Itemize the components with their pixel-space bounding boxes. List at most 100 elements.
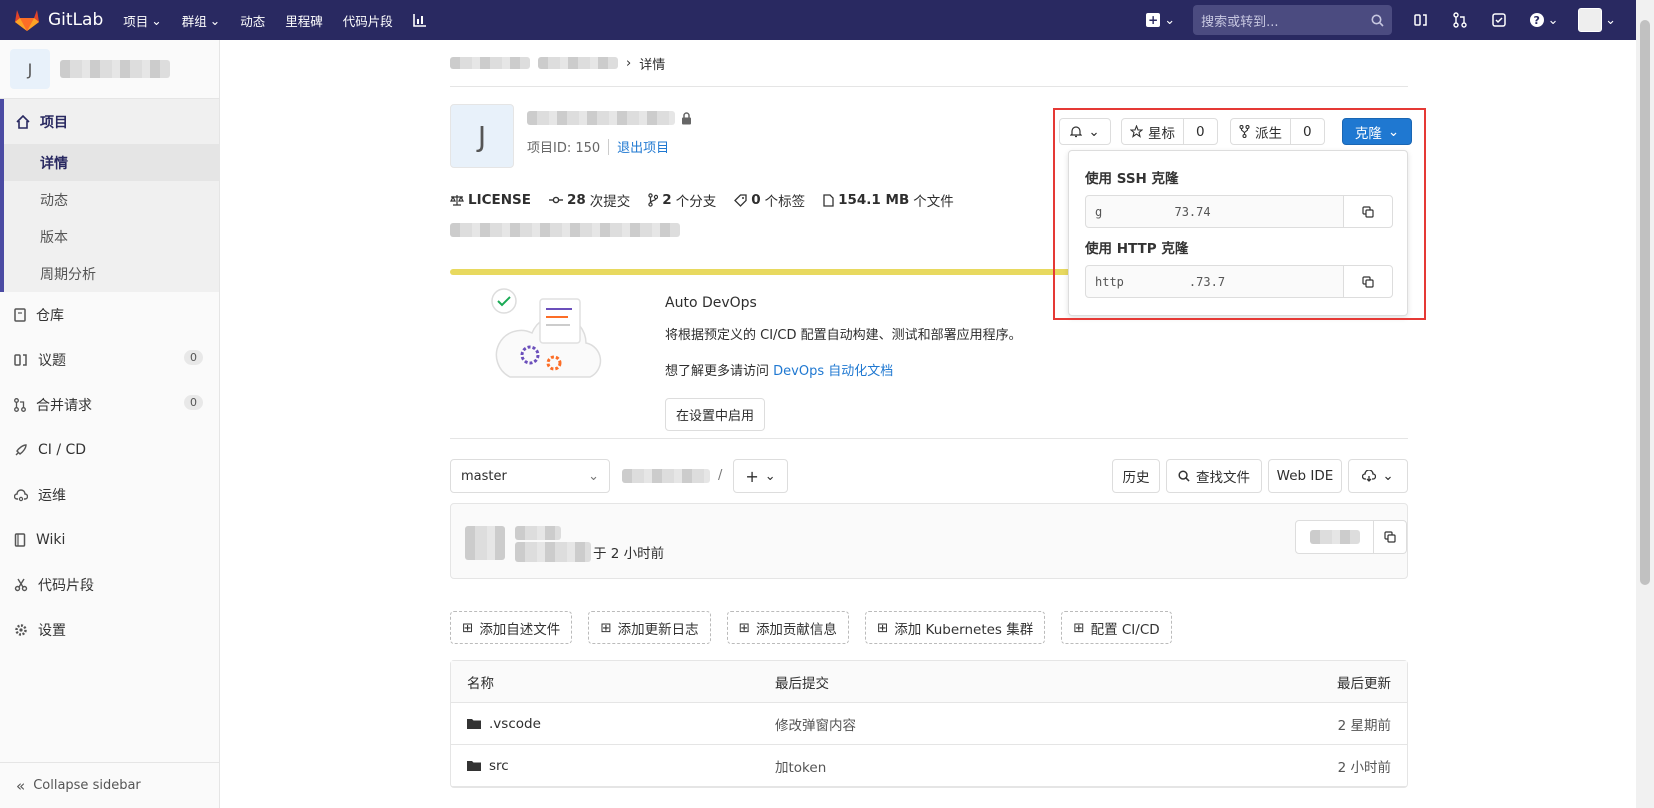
sidebar-item-label: 设置 xyxy=(38,622,66,639)
ssh-clone-url-value: g 73.74 xyxy=(1095,204,1211,219)
lock-icon xyxy=(682,111,691,124)
chevron-down-icon: ⌄ xyxy=(1387,123,1400,140)
add-changelog-button[interactable]: ⊞ 添加更新日志 xyxy=(588,611,711,644)
copy-http-url-button[interactable] xyxy=(1343,265,1393,298)
repo-path-redacted[interactable] xyxy=(622,468,710,483)
scrollbar-thumb[interactable] xyxy=(1640,20,1650,585)
stat-tags-label: 个标签 xyxy=(764,194,806,210)
breadcrumb-separator: › xyxy=(626,55,632,71)
chart-icon[interactable] xyxy=(412,13,427,27)
plus-square-icon: + xyxy=(1146,13,1161,27)
sidebar-subitem-releases[interactable]: 版本 xyxy=(4,218,219,255)
download-dropdown[interactable]: ⌄ xyxy=(1348,459,1408,493)
brand-name: GitLab xyxy=(48,10,104,30)
copy-ssh-url-button[interactable] xyxy=(1343,195,1393,228)
commit-author-avatar[interactable] xyxy=(465,526,505,560)
devops-docs-link[interactable]: DevOps 自动化文档 xyxy=(773,364,893,379)
nav-projects[interactable]: 项目 ⌄ xyxy=(123,11,162,30)
web-ide-button[interactable]: Web IDE xyxy=(1268,459,1342,493)
table-row[interactable]: .vscode 修改弹窗内容 2 星期前 xyxy=(451,703,1407,745)
star-count[interactable]: 0 xyxy=(1183,119,1217,144)
add-contributing-button[interactable]: ⊞ 添加贡献信息 xyxy=(726,611,849,644)
file-name-cell[interactable]: .vscode xyxy=(467,716,541,732)
file-tree-table: 名称 最后提交 最后更新 .vscode 修改弹窗内容 2 星期前 src 加t… xyxy=(450,660,1408,788)
enable-in-settings-button[interactable]: 在设置中启用 xyxy=(665,398,766,431)
notification-dropdown[interactable]: ⌄ xyxy=(1059,118,1111,145)
chevron-down-icon: ⌄ xyxy=(1164,12,1176,28)
merge-requests-count-badge: 0 xyxy=(184,395,203,410)
breadcrumb-group-redacted[interactable] xyxy=(450,57,530,69)
sidebar-item-wiki[interactable]: Wiki xyxy=(0,517,219,562)
breadcrumb-project-redacted[interactable] xyxy=(538,57,618,69)
setup-ci-cd-button[interactable]: ⊞ 配置 CI/CD xyxy=(1061,611,1172,644)
project-id-line: 项目ID: 150 退出项目 xyxy=(527,137,669,156)
clone-dropdown-button[interactable]: 克隆 ⌄ xyxy=(1342,118,1412,145)
chevron-down-icon: ⌄ xyxy=(588,468,599,484)
find-file-button[interactable]: 查找文件 xyxy=(1166,459,1262,493)
stat-files[interactable]: 154.1 MB 个文件 xyxy=(823,190,954,210)
nav-milestones[interactable]: 里程碑 xyxy=(285,11,323,30)
copy-commit-sha-button[interactable] xyxy=(1373,520,1407,554)
stat-files-label: 个文件 xyxy=(913,194,954,210)
project-description-redacted xyxy=(450,223,680,237)
search-input[interactable]: 搜索或转到... xyxy=(1193,5,1393,35)
clone-dropdown-panel: 使用 SSH 克隆 g 73.74 使用 HTTP 克隆 http .73.7 xyxy=(1068,150,1408,316)
file-name-cell[interactable]: src xyxy=(467,758,509,774)
page-scrollbar[interactable] xyxy=(1636,0,1654,808)
help-icon[interactable]: ? ⌄ xyxy=(1527,9,1561,31)
branch-select-value: master xyxy=(461,468,507,484)
last-commit-message[interactable]: 修改弹窗内容 xyxy=(775,714,856,734)
gitlab-logo[interactable]: GitLab xyxy=(14,8,103,32)
book-closed-icon xyxy=(14,532,26,547)
project-avatar-small: J xyxy=(10,49,50,89)
issues-nav-icon[interactable] xyxy=(1410,9,1432,31)
stat-commits[interactable]: 28 次提交 xyxy=(549,190,630,210)
find-file-label: 查找文件 xyxy=(1196,470,1250,486)
fork-count[interactable]: 0 xyxy=(1290,119,1324,144)
sidebar-item-ci-cd[interactable]: CI / CD xyxy=(0,427,219,472)
sidebar-item-operations[interactable]: 运维 xyxy=(0,472,219,517)
ssh-clone-url-input[interactable]: g 73.74 xyxy=(1085,195,1344,228)
star-button[interactable]: 星标 0 xyxy=(1121,118,1218,145)
fork-label-wrap: 派生 xyxy=(1231,122,1290,142)
nav-activity[interactable]: 动态 xyxy=(240,11,265,30)
fork-button[interactable]: 派生 0 xyxy=(1230,118,1325,145)
nav-snippets[interactable]: 代码片段 xyxy=(343,11,393,30)
sidebar-item-issues[interactable]: 议题 0 xyxy=(0,337,219,382)
sidebar-item-project[interactable]: 项目 xyxy=(4,99,219,144)
http-clone-url-input[interactable]: http .73.7 xyxy=(1085,265,1344,298)
add-to-tree-dropdown[interactable]: + ⌄ xyxy=(733,459,788,493)
sidebar-item-merge-requests[interactable]: 合并请求 0 xyxy=(0,382,219,427)
sidebar-item-settings[interactable]: 设置 xyxy=(0,607,219,652)
clone-label: 克隆 xyxy=(1354,125,1382,142)
sidebar-subitem-cycle-analytics[interactable]: 周期分析 xyxy=(4,255,219,292)
commit-sha-button[interactable] xyxy=(1295,520,1375,554)
stat-license[interactable]: LICENSE xyxy=(450,192,531,208)
history-button[interactable]: 历史 xyxy=(1112,459,1160,493)
new-dropdown[interactable]: + ⌄ xyxy=(1146,13,1175,28)
nav-groups[interactable]: 群组 ⌄ xyxy=(182,11,221,30)
sidebar-item-repository[interactable]: 仓库 xyxy=(0,292,219,337)
rocket-icon xyxy=(15,443,27,455)
search-icon xyxy=(1178,470,1190,482)
merge-requests-nav-icon[interactable] xyxy=(1449,9,1471,31)
commit-author-redacted[interactable] xyxy=(515,542,591,562)
search-placeholder: 搜索或转到... xyxy=(1201,14,1279,30)
branch-select[interactable]: master ⌄ xyxy=(450,459,610,493)
sidebar-subitem-details[interactable]: 详情 xyxy=(4,144,219,181)
add-readme-button[interactable]: ⊞ 添加自述文件 xyxy=(450,611,573,644)
stat-tags[interactable]: 0 个标签 xyxy=(734,190,805,210)
table-row[interactable]: src 加token 2 小时前 xyxy=(451,745,1407,787)
add-kubernetes-cluster-button[interactable]: ⊞ 添加 Kubernetes 集群 xyxy=(864,611,1046,644)
last-commit-message[interactable]: 加token xyxy=(775,756,826,776)
sidebar-item-snippets[interactable]: 代码片段 xyxy=(0,562,219,607)
sidebar-context-header[interactable]: J xyxy=(0,40,219,99)
stat-branches[interactable]: 2 个分支 xyxy=(648,190,716,210)
chevron-down-icon: ⌄ xyxy=(1088,123,1100,140)
user-menu[interactable]: ⌄ xyxy=(1578,8,1616,32)
collapse-sidebar-button[interactable]: « Collapse sidebar xyxy=(0,762,219,808)
todos-nav-icon[interactable] xyxy=(1488,9,1510,31)
leave-project-link[interactable]: 退出项目 xyxy=(617,137,669,156)
commit-title-redacted[interactable] xyxy=(515,526,561,540)
sidebar-subitem-activity[interactable]: 动态 xyxy=(4,181,219,218)
